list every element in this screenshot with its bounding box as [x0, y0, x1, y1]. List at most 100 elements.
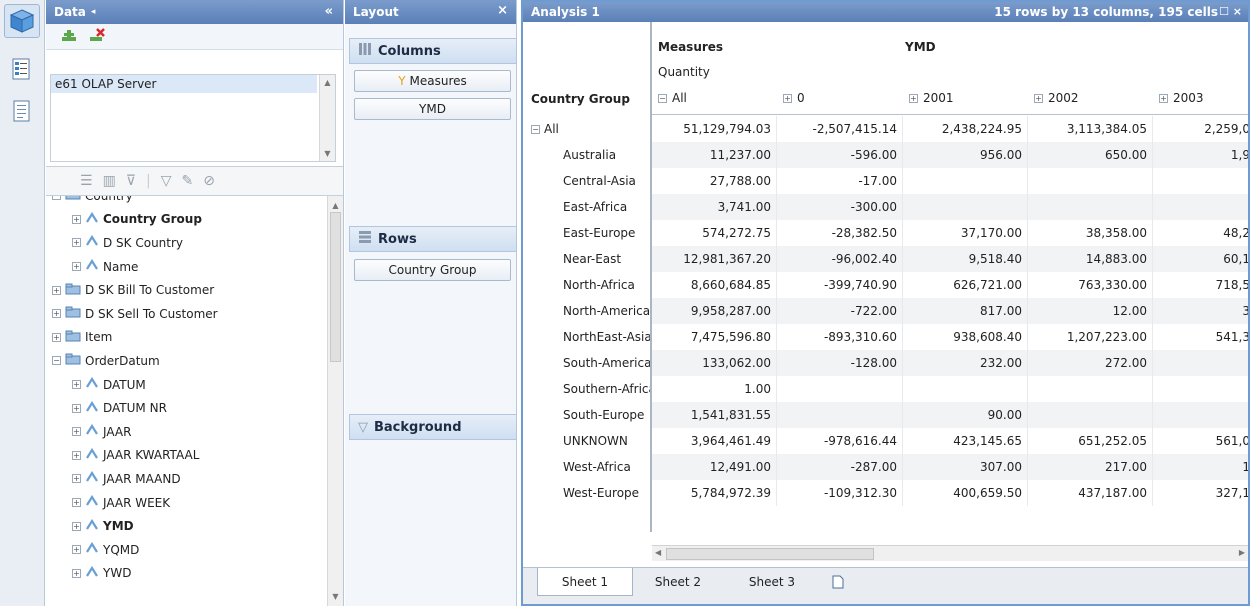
- tab-sheet-1[interactable]: Sheet 1: [537, 568, 633, 596]
- row-label[interactable]: NorthEast-Asia: [523, 324, 650, 350]
- cube-icon[interactable]: [4, 4, 40, 38]
- scroll-down-icon[interactable]: ▼: [330, 591, 341, 602]
- tree-node[interactable]: + JAAR: [46, 420, 326, 444]
- table-cell[interactable]: 272.00: [1028, 350, 1153, 376]
- row-label[interactable]: East-Europe: [523, 220, 650, 246]
- row-label[interactable]: West-Africa: [523, 454, 650, 480]
- table-cell[interactable]: [1153, 402, 1248, 428]
- row-label[interactable]: Near-East: [523, 246, 650, 272]
- tree-node[interactable]: + Item: [46, 326, 326, 350]
- expand-node-icon[interactable]: +: [72, 521, 81, 531]
- table-cell[interactable]: 217.00: [1028, 454, 1153, 480]
- table-cell[interactable]: 7,475,596.80: [652, 324, 777, 350]
- table-cell[interactable]: [1153, 350, 1248, 376]
- add-server-icon[interactable]: [60, 27, 78, 46]
- table-cell[interactable]: -109,312.30: [777, 480, 903, 506]
- tree-node[interactable]: + D SK Country: [46, 231, 326, 255]
- report-icon[interactable]: [4, 94, 40, 128]
- close-icon[interactable]: ×: [497, 3, 508, 18]
- list-view-icon[interactable]: ☰: [80, 173, 93, 189]
- table-cell[interactable]: -2,507,415.14: [777, 116, 903, 142]
- table-cell[interactable]: 14,883.00: [1028, 246, 1153, 272]
- row-label[interactable]: North-America: [523, 298, 650, 324]
- tree-node[interactable]: − OrderDatum: [46, 349, 326, 373]
- rows-item-country-group[interactable]: Country Group: [354, 259, 511, 281]
- table-cell[interactable]: 1,9: [1153, 142, 1248, 168]
- table-cell[interactable]: 2,438,224.95: [903, 116, 1028, 142]
- table-cell[interactable]: -300.00: [777, 194, 903, 220]
- table-cell[interactable]: 5,784,972.39: [652, 480, 777, 506]
- table-cell[interactable]: [1028, 194, 1153, 220]
- table-cell[interactable]: [1028, 168, 1153, 194]
- table-cell[interactable]: 3,741.00: [652, 194, 777, 220]
- tree-node[interactable]: + Country Group: [46, 208, 326, 232]
- column-header[interactable]: +2002: [1034, 91, 1079, 105]
- table-cell[interactable]: [777, 402, 903, 428]
- tree-node[interactable]: + D SK Sell To Customer: [46, 302, 326, 326]
- expand-node-icon[interactable]: +: [52, 309, 61, 319]
- column-header[interactable]: +0: [783, 91, 805, 105]
- expand-node-icon[interactable]: +: [72, 427, 81, 437]
- table-cell[interactable]: [1028, 376, 1153, 402]
- expand-node-icon[interactable]: +: [72, 498, 81, 508]
- tree-node[interactable]: + Name: [46, 255, 326, 279]
- tree-node[interactable]: + JAAR MAAND: [46, 467, 326, 491]
- row-label[interactable]: − All: [523, 116, 650, 142]
- tree-node[interactable]: − Country: [46, 196, 326, 208]
- server-list-scrollbar[interactable]: ▲ ▼: [319, 75, 335, 161]
- table-cell[interactable]: [1153, 194, 1248, 220]
- table-cell[interactable]: 817.00: [903, 298, 1028, 324]
- table-cell[interactable]: -978,616.44: [777, 428, 903, 454]
- table-cell[interactable]: 437,187.00: [1028, 480, 1153, 506]
- table-cell[interactable]: 1,541,831.55: [652, 402, 777, 428]
- filter-clear-icon[interactable]: ⊘: [203, 173, 215, 189]
- table-cell[interactable]: 956.00: [903, 142, 1028, 168]
- new-sheet-icon[interactable]: [823, 568, 853, 596]
- columns-item-ymd[interactable]: YMD: [354, 98, 511, 120]
- table-cell[interactable]: 651,252.05: [1028, 428, 1153, 454]
- tree-node[interactable]: + YMD: [46, 514, 326, 538]
- expand-node-icon[interactable]: +: [1159, 94, 1168, 103]
- scroll-left-icon[interactable]: ◀: [655, 548, 661, 557]
- table-cell[interactable]: -722.00: [777, 298, 903, 324]
- table-cell[interactable]: 718,5: [1153, 272, 1248, 298]
- filter-add-icon[interactable]: ▽: [161, 173, 172, 189]
- tab-sheet-3[interactable]: Sheet 3: [737, 568, 807, 596]
- collapse-node-icon[interactable]: −: [52, 356, 61, 366]
- expand-node-icon[interactable]: +: [783, 94, 792, 103]
- table-cell[interactable]: -399,740.90: [777, 272, 903, 298]
- maximize-icon[interactable]: ☐ ×: [1219, 5, 1242, 18]
- dropdown-arrow-icon[interactable]: ◂: [91, 7, 96, 17]
- table-cell[interactable]: 1,207,223.00: [1028, 324, 1153, 350]
- table-cell[interactable]: 1.00: [652, 376, 777, 402]
- table-cell[interactable]: 561,0: [1153, 428, 1248, 454]
- table-cell[interactable]: 11,237.00: [652, 142, 777, 168]
- row-label[interactable]: Southern-Africa: [523, 376, 650, 402]
- filter-edit-icon[interactable]: ✎: [182, 173, 194, 189]
- table-cell[interactable]: -128.00: [777, 350, 903, 376]
- expand-node-icon[interactable]: +: [909, 94, 918, 103]
- tree-node[interactable]: + JAAR WEEK: [46, 491, 326, 515]
- scroll-up-icon[interactable]: ▲: [330, 200, 341, 211]
- server-item[interactable]: e61 OLAP Server: [51, 75, 317, 93]
- column-chart-icon[interactable]: ▥: [103, 173, 116, 189]
- table-cell[interactable]: -893,310.60: [777, 324, 903, 350]
- expand-node-icon[interactable]: +: [72, 545, 81, 555]
- table-cell[interactable]: 232.00: [903, 350, 1028, 376]
- table-cell[interactable]: -596.00: [777, 142, 903, 168]
- expand-node-icon[interactable]: +: [72, 403, 81, 413]
- table-cell[interactable]: 90.00: [903, 402, 1028, 428]
- table-cell[interactable]: 48,2: [1153, 220, 1248, 246]
- table-cell[interactable]: 400,659.50: [903, 480, 1028, 506]
- collapse-node-icon[interactable]: −: [658, 94, 667, 103]
- table-cell[interactable]: 9,958,287.00: [652, 298, 777, 324]
- table-cell[interactable]: 541,3: [1153, 324, 1248, 350]
- row-label[interactable]: UNKNOWN: [523, 428, 650, 454]
- table-cell[interactable]: [903, 194, 1028, 220]
- table-cell[interactable]: 423,145.65: [903, 428, 1028, 454]
- table-cell[interactable]: 327,1: [1153, 480, 1248, 506]
- tab-sheet-2[interactable]: Sheet 2: [643, 568, 713, 596]
- table-cell[interactable]: -96,002.40: [777, 246, 903, 272]
- table-cell[interactable]: 763,330.00: [1028, 272, 1153, 298]
- expand-node-icon[interactable]: +: [72, 474, 81, 484]
